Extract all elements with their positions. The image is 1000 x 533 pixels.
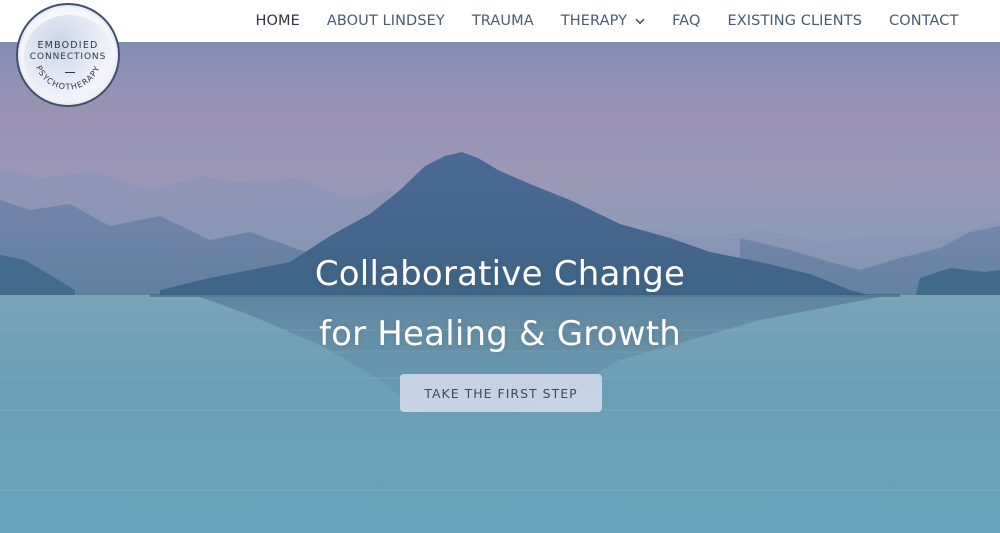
nav-trauma[interactable]: TRAUMA bbox=[458, 13, 547, 29]
logo-arc-text: PSYCHOTHERAPY bbox=[34, 64, 102, 91]
nav-about-lindsey[interactable]: ABOUT LINDSEY bbox=[313, 13, 458, 29]
logo-arc-label: PSYCHOTHERAPY bbox=[34, 64, 101, 91]
nav-home[interactable]: HOME bbox=[242, 13, 313, 29]
take-first-step-button[interactable]: TAKE THE FIRST STEP bbox=[400, 374, 602, 412]
nav-faq[interactable]: FAQ bbox=[659, 13, 714, 29]
site-header: HOME ABOUT LINDSEY TRAUMA THERAPY FAQ EX… bbox=[0, 0, 1000, 42]
hero-headline-line2: for Healing & Growth bbox=[318, 314, 682, 354]
main-nav: HOME ABOUT LINDSEY TRAUMA THERAPY FAQ EX… bbox=[242, 0, 972, 42]
chevron-down-icon bbox=[635, 18, 645, 24]
nav-therapy-label: THERAPY bbox=[560, 13, 628, 29]
nav-contact[interactable]: CONTACT bbox=[876, 13, 972, 29]
hero-headline-line1: Collaborative Change bbox=[314, 254, 686, 294]
site-logo[interactable]: EMBODIED CONNECTIONS PSYCHOTHERAPY bbox=[16, 3, 120, 107]
nav-existing-clients[interactable]: EXISTING CLIENTS bbox=[714, 13, 876, 29]
nav-therapy[interactable]: THERAPY bbox=[547, 13, 658, 29]
svg-text:PSYCHOTHERAPY: PSYCHOTHERAPY bbox=[34, 64, 102, 91]
